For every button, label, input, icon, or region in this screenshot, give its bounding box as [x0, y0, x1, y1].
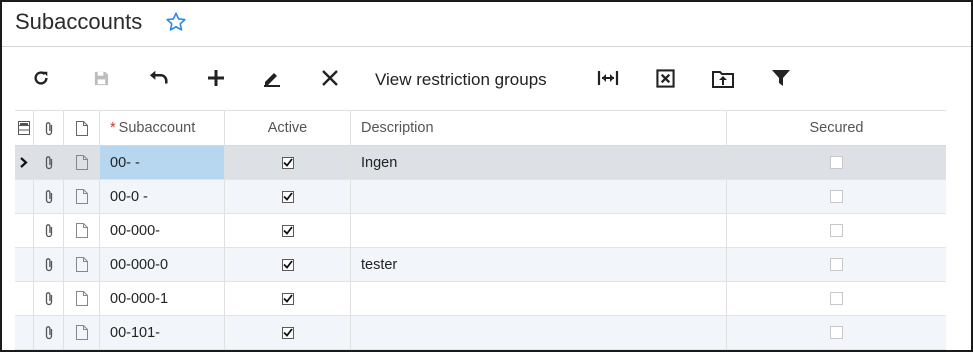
toolbar: View restriction groups: [2, 48, 971, 108]
delete-icon: [322, 70, 338, 86]
secured-checkbox[interactable]: [830, 326, 843, 339]
attachment-icon[interactable]: [34, 248, 64, 281]
row-selector-cell[interactable]: [15, 180, 34, 213]
row-selector-cell[interactable]: [15, 316, 34, 349]
note-icon[interactable]: [64, 146, 100, 179]
active-cell[interactable]: [225, 180, 351, 213]
row-selector-cell[interactable]: [15, 248, 34, 281]
attachment-icon[interactable]: [34, 180, 64, 213]
active-cell[interactable]: [225, 248, 351, 281]
active-cell[interactable]: [225, 282, 351, 315]
note-icon[interactable]: [64, 214, 100, 247]
save-button[interactable]: [90, 65, 112, 91]
column-header-description[interactable]: Description: [351, 111, 727, 145]
description-cell[interactable]: [351, 180, 727, 213]
description-cell[interactable]: [351, 282, 727, 315]
attachment-icon[interactable]: [34, 214, 64, 247]
secured-checkbox[interactable]: [830, 292, 843, 305]
table-row[interactable]: 00-000-: [15, 214, 946, 248]
active-cell[interactable]: [225, 316, 351, 349]
note-icon[interactable]: [64, 282, 100, 315]
grid-header: * Subaccount Active Description Secured: [15, 111, 946, 146]
subaccount-cell[interactable]: 00-0 -: [100, 180, 225, 213]
active-cell[interactable]: [225, 146, 351, 179]
filter-button[interactable]: [770, 65, 792, 91]
note-icon[interactable]: [64, 316, 100, 349]
attachment-icon[interactable]: [34, 316, 64, 349]
required-marker: *: [110, 120, 116, 136]
subaccount-cell[interactable]: 00-000-: [100, 214, 225, 247]
active-checkbox[interactable]: [281, 190, 294, 203]
star-icon[interactable]: [165, 11, 187, 38]
secured-cell[interactable]: [727, 214, 946, 247]
row-selector-icon[interactable]: [15, 111, 34, 145]
description-cell[interactable]: [351, 214, 727, 247]
export-excel-button[interactable]: [653, 65, 677, 91]
column-header-subaccount[interactable]: * Subaccount: [100, 111, 225, 145]
column-header-secured[interactable]: Secured: [727, 111, 946, 145]
secured-cell[interactable]: [727, 282, 946, 315]
save-icon: [94, 71, 108, 85]
subaccount-cell[interactable]: 00-000-0: [100, 248, 225, 281]
active-checkbox[interactable]: [281, 326, 294, 339]
table-row[interactable]: 00-101-: [15, 316, 946, 350]
active-checkbox[interactable]: [281, 224, 294, 237]
active-cell[interactable]: [225, 214, 351, 247]
view-restriction-groups-button[interactable]: View restriction groups: [375, 67, 547, 93]
edit-button[interactable]: [261, 65, 283, 91]
subaccounts-grid: * Subaccount Active Description Secured …: [15, 110, 946, 350]
column-label-subaccount: Subaccount: [118, 120, 196, 136]
table-row[interactable]: 00-000-1: [15, 282, 946, 316]
table-row[interactable]: 00-000-0 tester: [15, 248, 946, 282]
row-pointer-icon[interactable]: [15, 146, 34, 179]
fit-columns-button[interactable]: [596, 65, 620, 91]
active-checkbox[interactable]: [281, 156, 294, 169]
table-row[interactable]: 00- - Ingen: [15, 146, 946, 180]
attachment-icon[interactable]: [34, 282, 64, 315]
add-button[interactable]: [205, 65, 227, 91]
edit-icon: [264, 73, 280, 87]
subaccount-cell[interactable]: 00-101-: [100, 316, 225, 349]
app-window: Subaccounts View restriction groups * Su…: [0, 0, 973, 352]
description-cell[interactable]: tester: [351, 248, 727, 281]
row-selector-cell[interactable]: [15, 214, 34, 247]
filter-icon: [772, 70, 790, 86]
attachment-icon[interactable]: [34, 146, 64, 179]
fit-columns-icon: [597, 71, 619, 85]
delete-button[interactable]: [319, 65, 341, 91]
undo-button[interactable]: [148, 65, 170, 91]
page-title: Subaccounts: [15, 9, 143, 34]
row-selector-cell[interactable]: [15, 282, 34, 315]
secured-cell[interactable]: [727, 180, 946, 213]
refresh-icon: [34, 71, 48, 85]
note-icon[interactable]: [64, 248, 100, 281]
secured-cell[interactable]: [727, 248, 946, 281]
refresh-button[interactable]: [30, 65, 52, 91]
subaccount-cell[interactable]: 00-000-1: [100, 282, 225, 315]
description-cell[interactable]: Ingen: [351, 146, 727, 179]
undo-icon: [149, 70, 168, 84]
table-row[interactable]: 00-0 -: [15, 180, 946, 214]
secured-checkbox[interactable]: [830, 156, 843, 169]
active-checkbox[interactable]: [281, 258, 294, 271]
secured-checkbox[interactable]: [830, 190, 843, 203]
subaccount-cell[interactable]: 00- -: [100, 146, 225, 179]
note-icon[interactable]: [64, 180, 100, 213]
grid-body: 00- - Ingen 00-0 -00-000- 00-000-0 tester 00-…: [15, 146, 946, 350]
note-icon: [64, 111, 100, 145]
secured-checkbox[interactable]: [830, 258, 843, 271]
add-icon: [208, 70, 224, 86]
secured-cell[interactable]: [727, 146, 946, 179]
upload-icon: [712, 71, 734, 88]
attachment-icon: [34, 111, 64, 145]
column-header-active[interactable]: Active: [225, 111, 351, 145]
secured-checkbox[interactable]: [830, 224, 843, 237]
title-bar: Subaccounts: [2, 2, 971, 47]
active-checkbox[interactable]: [281, 292, 294, 305]
secured-cell[interactable]: [727, 316, 946, 349]
export-excel-icon: [655, 68, 675, 88]
description-cell[interactable]: [351, 316, 727, 349]
upload-button[interactable]: [711, 65, 735, 91]
